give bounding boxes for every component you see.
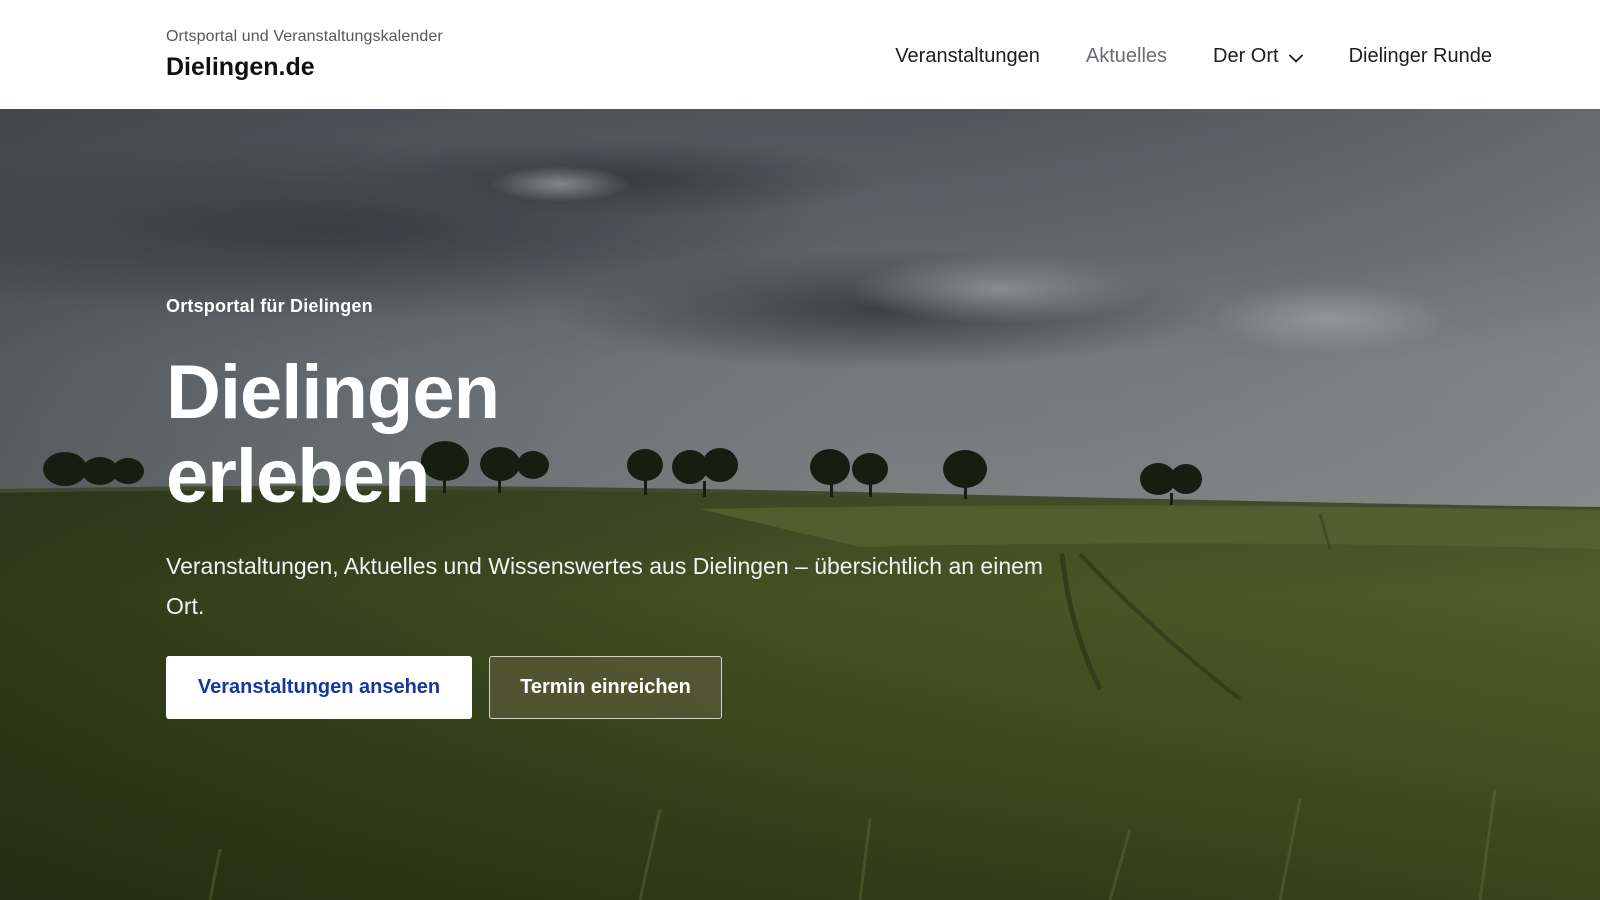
- nav-item-der-ort[interactable]: Der Ort: [1213, 40, 1303, 72]
- nav-item-aktuelles[interactable]: Aktuelles: [1086, 41, 1167, 71]
- hero-title-line2: erleben: [166, 434, 430, 519]
- hero-section: Ortsportal für Dielingen Dielingen erleb…: [0, 109, 1600, 900]
- main-nav: Veranstaltungen Aktuelles Der Ort Dielin…: [895, 40, 1492, 72]
- submit-event-button[interactable]: Termin einreichen: [489, 656, 722, 719]
- site-header: Ortsportal und Veranstaltungskalender Di…: [0, 0, 1600, 109]
- hero-lead: Veranstaltungen, Aktuelles und Wissenswe…: [166, 553, 1044, 619]
- hero-title: Dielingen erleben: [166, 351, 726, 519]
- chevron-down-icon: [1288, 42, 1303, 72]
- hero-content: Ortsportal für Dielingen Dielingen erleb…: [166, 295, 1086, 719]
- nav-item-label: Der Ort: [1213, 45, 1279, 67]
- brand-tagline: Ortsportal und Veranstaltungskalender: [166, 28, 443, 45]
- site-logo-link[interactable]: Dielingen.de: [166, 52, 443, 82]
- hero-title-line1: Dielingen: [166, 350, 500, 435]
- brand: Ortsportal und Veranstaltungskalender Di…: [166, 27, 443, 82]
- hero-eyebrow: Ortsportal für Dielingen: [166, 296, 373, 316]
- nav-item-dielinger-runde[interactable]: Dielinger Runde: [1349, 41, 1492, 71]
- nav-item-veranstaltungen[interactable]: Veranstaltungen: [895, 41, 1040, 71]
- view-events-button[interactable]: Veranstaltungen ansehen: [166, 656, 472, 719]
- hero-actions: Veranstaltungen ansehen Termin einreiche…: [166, 656, 1086, 719]
